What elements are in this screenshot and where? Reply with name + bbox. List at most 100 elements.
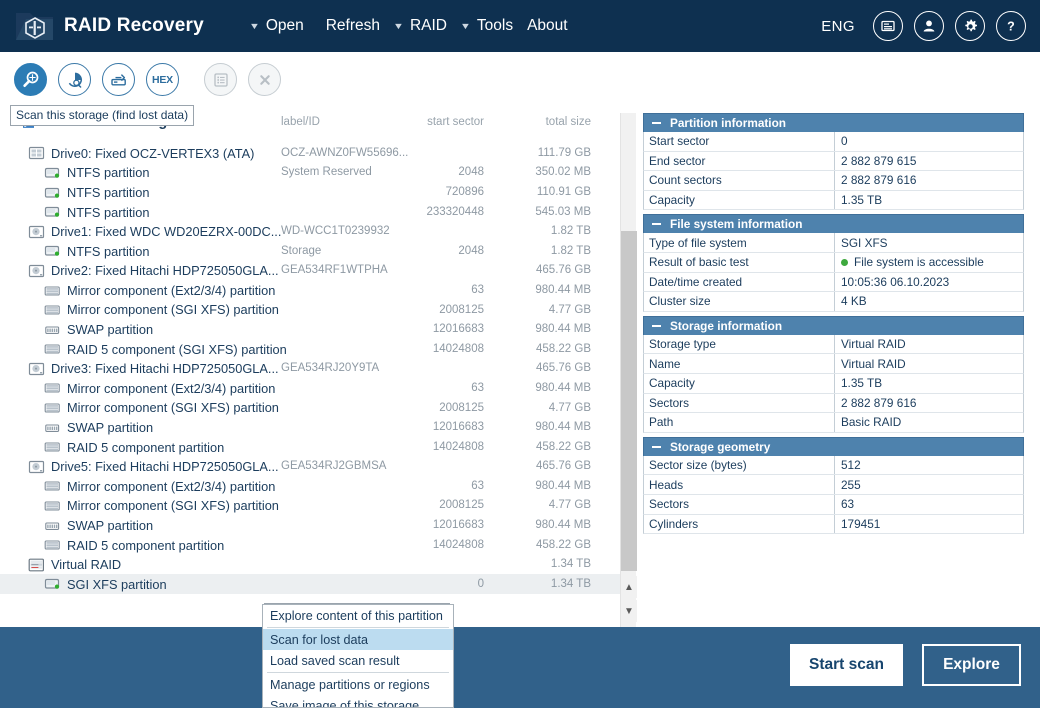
menu-item-about[interactable]: About xyxy=(527,17,568,35)
chevron-down-icon-open[interactable]: ▼ xyxy=(249,21,260,31)
property-key: Cluster size xyxy=(644,292,835,311)
user-icon[interactable] xyxy=(914,11,944,41)
tree-row-total-size: 980.44 MB xyxy=(535,421,591,434)
property-value: 2 882 879 616 xyxy=(841,395,917,410)
tree-row-label: SGI XFS partition xyxy=(67,576,167,592)
column-header-start-sector[interactable]: start sector xyxy=(427,116,484,128)
property-value: 179451 xyxy=(841,516,881,531)
menu-item-refresh[interactable]: Refresh xyxy=(326,17,380,35)
menu-item-raid[interactable]: RAID xyxy=(410,17,447,35)
start-scan-button[interactable]: Start scan xyxy=(790,644,903,686)
property-row: End sector 2 882 879 615 xyxy=(643,151,1024,172)
tree-row[interactable]: NTFS partition Storage 2048 1.82 TB xyxy=(0,241,636,261)
tree-row[interactable]: Drive3: Fixed Hitachi HDP725050GLA... GEA… xyxy=(0,359,636,379)
tree-scrollbar[interactable]: ▲ ▼ xyxy=(620,113,637,627)
column-header-label[interactable]: label/ID xyxy=(281,116,320,128)
tree-row-label: SWAP partition xyxy=(67,322,154,338)
tree-row-start-sector: 14024808 xyxy=(432,342,484,355)
tree-row[interactable]: Mirror component (Ext2/3/4) partition 63 9… xyxy=(0,476,636,496)
tree-row[interactable]: Mirror component (SGI XFS) partition 2008… xyxy=(0,300,636,320)
tree-row[interactable]: RAID 5 component partition 14024808 458.22… xyxy=(0,437,636,457)
list-view-button[interactable] xyxy=(204,63,237,96)
tree-row-label: Drive3: Fixed Hitachi HDP725050GLA... xyxy=(51,361,279,377)
tree-row-total-size: 458.22 GB xyxy=(536,342,591,355)
property-value: 0 xyxy=(841,134,848,149)
tree-row[interactable]: Drive2: Fixed Hitachi HDP725050GLA... GEA… xyxy=(0,261,636,281)
tree-row-start-sector: 63 xyxy=(471,479,484,492)
tree-row-name-cell: Virtual RAID xyxy=(28,556,121,572)
raid-comp-icon xyxy=(44,305,60,315)
tree-row[interactable]: RAID 5 component partition 14024808 458.22… xyxy=(0,535,636,555)
tree-row-name-cell: Mirror component (SGI XFS) partition xyxy=(44,399,279,416)
gear-icon[interactable] xyxy=(955,11,985,41)
raid-recovery-window: RAID Recovery ▼ Open Refresh ▼ RAID ▼ To… xyxy=(0,0,1040,708)
language-selector[interactable]: ENG xyxy=(821,18,855,35)
tree-row-label: SWAP partition xyxy=(67,420,154,436)
scroll-up-icon[interactable]: ▲ xyxy=(621,576,637,598)
storage-tree[interactable]: Connected storages label/ID start sector… xyxy=(0,108,636,627)
property-row: Cylinders 179451 xyxy=(643,514,1024,535)
tree-row-start-sector: 0 xyxy=(477,577,484,590)
context-menu-item[interactable]: Save image of this storage xyxy=(263,695,453,708)
save-image-button[interactable] xyxy=(102,63,135,96)
tree-row[interactable]: SWAP partition 12016683 980.44 MB xyxy=(0,417,636,437)
tree-row[interactable]: Drive1: Fixed WDC WD20EZRX-00DC... WD-WCC… xyxy=(0,221,636,241)
help-icon[interactable]: ? xyxy=(996,11,1026,41)
tree-row[interactable]: Mirror component (Ext2/3/4) partition 63 9… xyxy=(0,280,636,300)
tree-row[interactable]: Mirror component (SGI XFS) partition 2008… xyxy=(0,398,636,418)
raid-comp-icon xyxy=(44,383,60,394)
section-title: Storage information xyxy=(670,318,783,333)
tree-row[interactable]: RAID 5 component (SGI XFS) partition 1402… xyxy=(0,339,636,359)
tree-row[interactable]: Mirror component (SGI XFS) partition 2008… xyxy=(0,496,636,516)
chevron-down-icon-refresh[interactable]: ▼ xyxy=(393,21,404,31)
section-header[interactable]: Partition information xyxy=(643,113,1024,132)
tree-row-name-cell: NTFS partition xyxy=(44,184,150,200)
tree-row-total-size: 4.77 GB xyxy=(548,499,591,512)
tree-row[interactable]: SWAP partition 12016683 980.44 MB xyxy=(0,515,636,535)
tree-row-start-sector: 14024808 xyxy=(432,538,484,551)
context-menu-item[interactable]: Explore content of this partition xyxy=(263,605,453,626)
chevron-down-icon-raid[interactable]: ▼ xyxy=(460,21,471,31)
menu-item-open[interactable]: Open xyxy=(266,17,304,35)
menu-item-tools[interactable]: Tools xyxy=(477,17,513,35)
tree-row[interactable]: NTFS partition 720896 110.91 GB xyxy=(0,182,636,202)
context-menu-item[interactable]: Manage partitions or regions xyxy=(263,674,453,695)
tree-row[interactable]: Mirror component (Ext2/3/4) partition 63 9… xyxy=(0,378,636,398)
tree-row[interactable]: Drive5: Fixed Hitachi HDP725050GLA... GEA… xyxy=(0,457,636,477)
news-icon[interactable] xyxy=(873,11,903,41)
column-header-total-size[interactable]: total size xyxy=(546,116,591,128)
close-view-button[interactable] xyxy=(248,63,281,96)
tree-row[interactable]: Drive0: Fixed OCZ-VERTEX3 (ATA) OCZ-AWNZ0… xyxy=(0,143,636,163)
partition-icon xyxy=(44,167,60,178)
section-header[interactable]: File system information xyxy=(643,214,1024,234)
tree-row-start-sector: 63 xyxy=(471,381,484,394)
collapse-minus-icon[interactable] xyxy=(652,223,661,226)
tree-row-name-cell: Mirror component (SGI XFS) partition xyxy=(44,497,279,514)
tree-row-total-size: 980.44 MB xyxy=(535,283,591,296)
tree-row[interactable]: SWAP partition 12016683 980.44 MB xyxy=(0,319,636,339)
tree-row[interactable]: NTFS partition System Reserved 2048 350.02 … xyxy=(0,163,636,183)
tree-row-label: NTFS partition xyxy=(67,185,150,201)
section-header[interactable]: Storage geometry xyxy=(643,436,1024,456)
section-header[interactable]: Storage information xyxy=(643,315,1024,335)
tree-row[interactable]: Virtual RAID 1.34 TB xyxy=(0,554,636,574)
tree-row-label: Drive0: Fixed OCZ-VERTEX3 (ATA) xyxy=(51,145,255,161)
context-menu-item[interactable]: Load saved scan result xyxy=(263,650,453,671)
tree-row[interactable]: NTFS partition 233320448 545.03 MB xyxy=(0,202,636,222)
tree-row-total-size: 980.44 MB xyxy=(535,519,591,532)
collapse-minus-icon[interactable] xyxy=(652,324,661,327)
explore-button[interactable]: Explore xyxy=(922,644,1021,686)
disk-analysis-button[interactable] xyxy=(58,63,91,96)
collapse-minus-icon[interactable] xyxy=(652,445,661,448)
tree-row[interactable]: SGI XFS partition 0 1.34 TB xyxy=(0,574,636,594)
scroll-down-icon[interactable]: ▼ xyxy=(621,600,637,622)
property-value: 2 882 879 615 xyxy=(841,153,917,168)
scrollbar-thumb[interactable] xyxy=(621,231,637,571)
context-menu[interactable]: Explore content of this partition Scan fo… xyxy=(262,604,454,708)
context-menu-item[interactable]: Scan for lost data xyxy=(263,629,453,650)
collapse-minus-icon[interactable] xyxy=(652,122,661,124)
tree-row-name-cell: SWAP partition xyxy=(44,419,153,435)
scan-this-storage-button[interactable] xyxy=(14,63,47,96)
hex-viewer-button[interactable]: HEX xyxy=(146,63,179,96)
property-key: Name xyxy=(644,354,835,373)
